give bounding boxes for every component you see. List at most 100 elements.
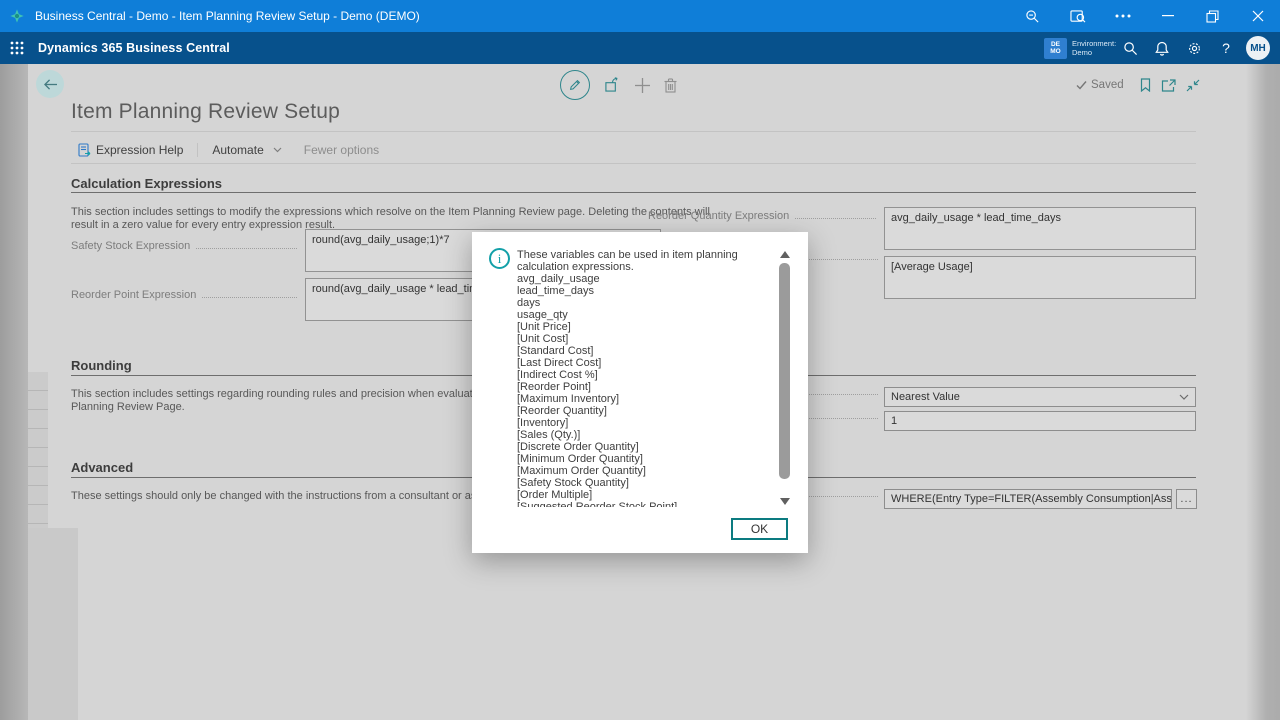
dotted-leader [196, 248, 297, 249]
dimmed-backdrop-right [1246, 64, 1280, 720]
variable-item: [Safety Stock Quantity] [517, 477, 769, 489]
expression-help-button[interactable]: Expression Help [78, 143, 183, 157]
calculation-description-line2: result in a zero value for every entry e… [71, 219, 335, 232]
page-title: Item Planning Review Setup [71, 100, 340, 124]
dialog-message-area: These variables can be used in item plan… [517, 249, 769, 507]
ok-button[interactable]: OK [731, 518, 788, 540]
environment-badge-top: DE [1051, 41, 1060, 48]
assist-edit-button[interactable]: ... [1176, 489, 1197, 509]
back-button[interactable] [36, 70, 64, 98]
variable-item: days [517, 297, 769, 309]
variable-item: usage_qty [517, 309, 769, 321]
environment-text: Environment: Demo [1072, 39, 1114, 57]
variable-item: [Indirect Cost %] [517, 369, 769, 381]
chevron-down-icon [1179, 394, 1189, 400]
save-status-label: Saved [1091, 79, 1124, 91]
environment-badge: DE MO [1044, 38, 1067, 59]
new-plus-button[interactable] [635, 78, 650, 93]
minimize-icon[interactable] [1145, 0, 1190, 32]
page-utility-icons [1140, 78, 1200, 92]
bookmark-icon[interactable] [1140, 78, 1151, 92]
variable-item: [Order Multiple] [517, 489, 769, 501]
reorder-qty-label: Reorder Quantity Expression [648, 210, 789, 222]
screen: Business Central - Demo - Item Planning … [0, 0, 1280, 720]
scrollbar-down-arrow[interactable] [780, 498, 790, 505]
settings-gear-icon[interactable] [1178, 32, 1210, 64]
rounding-method-select[interactable]: Nearest Value [884, 387, 1196, 407]
window-titlebar: Business Central - Demo - Item Planning … [0, 0, 1280, 32]
dotted-leader [795, 218, 876, 219]
fewer-options-button[interactable]: Fewer options [304, 143, 379, 157]
reorder-point-label-row: Reorder Point Expression [71, 288, 303, 301]
automate-menu[interactable]: Automate [212, 143, 281, 157]
help-icon[interactable]: ? [1210, 32, 1242, 64]
search-icon[interactable] [1114, 32, 1146, 64]
section-heading-calculation-expressions: Calculation Expressions [71, 176, 222, 191]
app-header: Dynamics 365 Business Central DE MO Envi… [0, 32, 1280, 64]
toolbar-divider [197, 143, 198, 157]
business-central-app-icon [9, 8, 25, 24]
window-title: Business Central - Demo - Item Planning … [35, 9, 420, 23]
section-heading-advanced: Advanced [71, 460, 133, 475]
scrollbar-up-arrow[interactable] [780, 251, 790, 258]
variable-item: [Last Direct Cost] [517, 357, 769, 369]
average-usage-expression-field[interactable]: [Average Usage] [884, 256, 1196, 299]
advanced-filter-input[interactable]: WHERE(Entry Type=FILTER(Assembly Consump… [884, 489, 1172, 509]
environment-badge-bottom: MO [1050, 48, 1060, 55]
safety-stock-label: Safety Stock Expression [71, 240, 190, 252]
variable-item: [Standard Cost] [517, 345, 769, 357]
variable-item: [Unit Price] [517, 321, 769, 333]
dotted-leader [202, 297, 297, 298]
rounding-precision-input[interactable]: 1 [884, 411, 1196, 431]
more-options-icon[interactable] [1100, 0, 1145, 32]
share-button[interactable] [604, 77, 621, 93]
page-action-icons [560, 70, 677, 100]
expression-help-icon [78, 143, 91, 157]
variable-item: [Inventory] [517, 417, 769, 429]
environment-name: Demo [1072, 48, 1114, 57]
delete-trash-button[interactable] [664, 78, 677, 93]
environment-label: Environment: [1072, 39, 1114, 48]
open-in-new-window-icon[interactable] [1161, 78, 1176, 92]
dialog-message: These variables can be used in item plan… [517, 249, 769, 273]
divider [71, 163, 1196, 164]
reorder-qty-label-row: Reorder Quantity Expression [648, 209, 882, 222]
automate-label: Automate [212, 143, 263, 157]
reorder-point-label: Reorder Point Expression [71, 289, 196, 301]
close-icon[interactable] [1235, 0, 1280, 32]
notifications-bell-icon[interactable] [1146, 32, 1178, 64]
variable-item: [Discrete Order Quantity] [517, 441, 769, 453]
collapse-icon[interactable] [1186, 78, 1200, 92]
variable-item: [Minimum Order Quantity] [517, 453, 769, 465]
maximize-restore-icon[interactable] [1190, 0, 1235, 32]
variables-list: avg_daily_usagelead_time_daysdaysusage_q… [517, 273, 769, 501]
reorder-quantity-expression-field[interactable]: avg_daily_usage * lead_time_days [884, 207, 1196, 250]
variable-item: lead_time_days [517, 285, 769, 297]
background-list-rows [28, 372, 48, 528]
section-rule [71, 192, 1196, 193]
check-icon [1076, 80, 1087, 90]
edit-pencil-button[interactable] [560, 70, 590, 100]
fewer-options-label: Fewer options [304, 143, 379, 157]
divider [71, 131, 1196, 132]
variable-item: [Reorder Quantity] [517, 405, 769, 417]
dialog-scrollbar[interactable] [778, 249, 791, 507]
user-avatar[interactable]: MH [1246, 36, 1270, 60]
brand-title[interactable]: Dynamics 365 Business Central [38, 41, 230, 55]
variable-item: [Maximum Order Quantity] [517, 465, 769, 477]
variable-item-clipped: [Suggested Reorder Stock Point] [517, 501, 769, 507]
calculation-description-line1: This section includes settings to modify… [71, 206, 710, 219]
variables-info-dialog: i These variables can be used in item pl… [472, 232, 808, 553]
action-toolbar: Expression Help Automate Fewer options [78, 141, 379, 159]
expression-help-label: Expression Help [96, 143, 183, 157]
dimmed-backdrop-left [0, 64, 28, 720]
zoom-out-icon[interactable] [1010, 0, 1055, 32]
save-status: Saved [1076, 79, 1124, 91]
app-launcher-icon[interactable] [10, 41, 24, 55]
window-search-icon[interactable] [1055, 0, 1100, 32]
scrollbar-thumb[interactable] [779, 263, 790, 479]
rounding-method-value: Nearest Value [891, 391, 960, 403]
section-heading-rounding: Rounding [71, 358, 132, 373]
variable-item: [Sales (Qty.)] [517, 429, 769, 441]
safety-stock-label-row: Safety Stock Expression [71, 239, 303, 252]
